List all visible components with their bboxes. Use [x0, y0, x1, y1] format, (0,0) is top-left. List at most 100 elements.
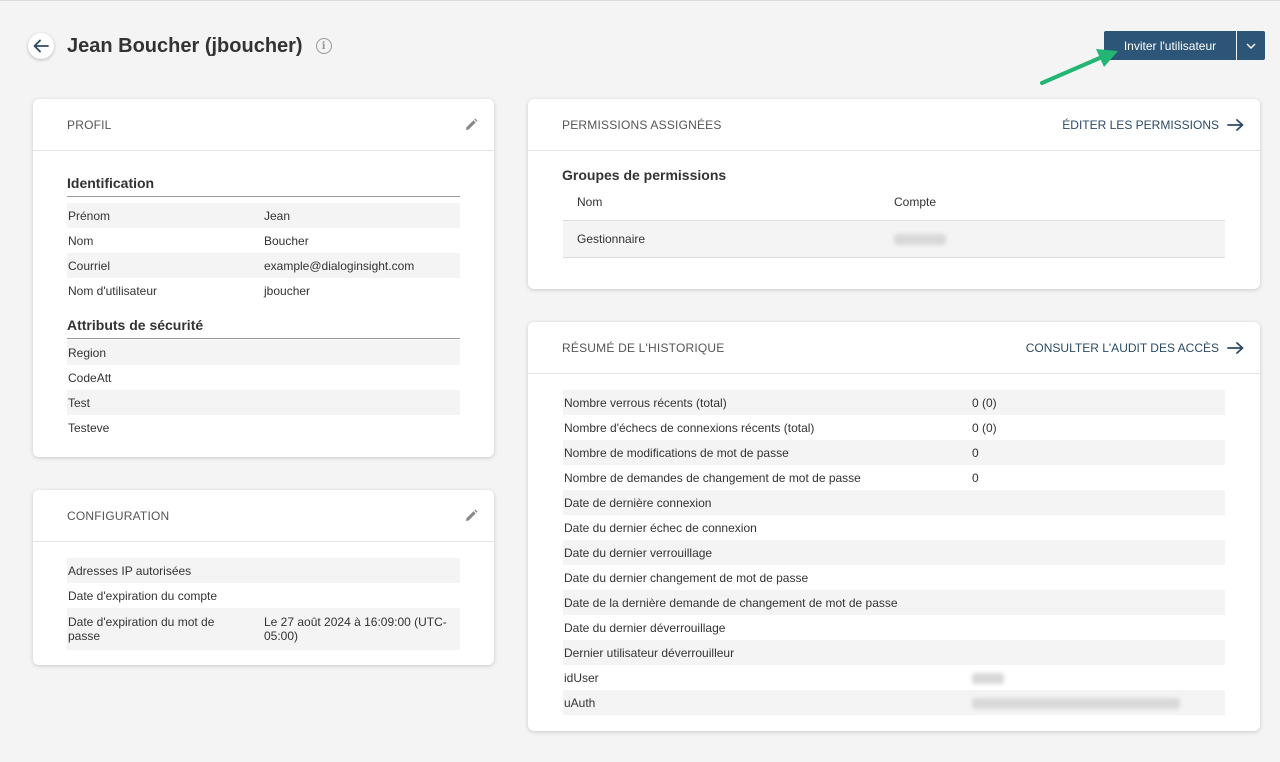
field-label: Nom	[68, 233, 94, 248]
security-row: Region	[67, 340, 460, 365]
history-row: Nombre verrous récents (total) 0 (0)	[563, 390, 1225, 415]
permission-groups-title: Groupes de permissions	[562, 167, 727, 183]
page-title: Jean Boucher (jboucher)	[67, 34, 303, 57]
history-row: Date du dernier changement de mot de pas…	[563, 565, 1225, 590]
history-card-header: RÉSUMÉ DE L'HISTORIQUE CONSULTER L'AUDIT…	[528, 322, 1260, 374]
history-row: Date du dernier déverrouillage	[563, 615, 1225, 640]
field-value: Boucher	[264, 233, 309, 248]
field-label: Nombre de modifications de mot de passe	[564, 445, 789, 460]
group-account-redacted	[894, 232, 1225, 246]
identification-list: Prénom Jean Nom Boucher Courriel example@di…	[67, 203, 460, 303]
identification-row: Prénom Jean	[67, 203, 460, 228]
configuration-list: Adresses IP autorisées Date d'expiration…	[67, 558, 460, 650]
security-row: CodeAtt	[67, 365, 460, 390]
permissions-card-title: PERMISSIONS ASSIGNÉES	[562, 117, 722, 132]
history-row: idUser	[563, 665, 1225, 690]
field-label: Courriel	[68, 258, 111, 273]
arrow-left-icon	[33, 39, 49, 53]
uauth-value-redacted	[972, 696, 1225, 710]
history-row: Nombre de demandes de changement de mot …	[563, 465, 1225, 490]
table-header-row: Nom Compte	[563, 183, 1225, 221]
security-row: Testeve	[67, 415, 460, 440]
security-row: Test	[67, 390, 460, 415]
configuration-card-title: CONFIGURATION	[67, 508, 170, 523]
invite-user-split-button: Inviter l'utilisateur	[1104, 31, 1265, 60]
configuration-card-header: CONFIGURATION	[33, 490, 494, 542]
profile-card: PROFIL Identification Prénom Jean Nom Bouc…	[33, 99, 494, 457]
field-value: example@dialoginsight.com	[264, 258, 415, 273]
edit-configuration-button[interactable]	[464, 509, 478, 523]
history-row: Date du dernier verrouillage	[563, 540, 1225, 565]
column-header-name: Nom	[577, 194, 603, 209]
access-audit-label: CONSULTER L'AUDIT DES ACCÈS	[1025, 340, 1219, 355]
history-row: Date de la dernière demande de changemen…	[563, 590, 1225, 615]
permissions-card-header: PERMISSIONS ASSIGNÉES ÉDITER LES PERMISS…	[528, 99, 1260, 151]
field-label: Date du dernier échec de connexion	[564, 520, 757, 535]
field-label: Date du dernier verrouillage	[564, 545, 713, 560]
pencil-icon	[466, 509, 478, 521]
field-value: 0	[972, 470, 979, 485]
field-value: Le 27 août 2024 à 16:09:00 (UTC-05:00)	[264, 615, 447, 643]
invite-user-button[interactable]: Inviter l'utilisateur	[1104, 31, 1236, 60]
field-label: Date d'expiration du compte	[68, 588, 218, 603]
history-row: Date du dernier échec de connexion	[563, 515, 1225, 540]
field-label: Nombre d'échecs de connexions récents (t…	[564, 420, 815, 435]
field-value: Jean	[264, 208, 291, 223]
configuration-row: Adresses IP autorisées	[67, 558, 460, 583]
history-list: Nombre verrous récents (total) 0 (0) Nomb…	[563, 390, 1225, 715]
arrow-right-icon	[1227, 341, 1244, 354]
field-label: Nombre de demandes de changement de mot …	[564, 470, 861, 485]
back-button[interactable]	[28, 33, 54, 59]
field-label: CodeAtt	[68, 370, 112, 385]
info-icon[interactable]: i	[315, 38, 332, 54]
field-value: 0 (0)	[972, 420, 997, 435]
chevron-down-icon	[1246, 43, 1256, 49]
invite-options-button[interactable]	[1237, 31, 1265, 60]
field-label: Testeve	[68, 420, 110, 435]
security-attributes-title: Attributs de sécurité	[67, 317, 460, 339]
identification-row: Nom d'utilisateur jboucher	[67, 278, 460, 303]
page-header: Jean Boucher (jboucher) i	[28, 31, 332, 61]
edit-permissions-label: ÉDITER LES PERMISSIONS	[1062, 117, 1219, 132]
configuration-row: Date d'expiration du mot de passe Le 27 a…	[67, 608, 460, 650]
edit-profile-button[interactable]	[464, 118, 478, 132]
history-row: Nombre de modifications de mot de passe 0	[563, 440, 1225, 465]
permission-groups-table: Nom Compte Gestionnaire	[563, 183, 1225, 258]
history-card: RÉSUMÉ DE L'HISTORIQUE CONSULTER L'AUDIT…	[528, 322, 1260, 731]
field-label: Date de dernière connexion	[564, 495, 712, 510]
history-row: uAuth	[563, 690, 1225, 715]
security-attributes-list: Region CodeAtt Test Testeve	[67, 340, 460, 440]
configuration-row: Date d'expiration du compte	[67, 583, 460, 608]
field-label: Region	[68, 345, 107, 360]
field-label: Prénom	[68, 208, 111, 223]
field-label: idUser	[564, 670, 599, 685]
field-label: uAuth	[564, 695, 596, 710]
field-label: Date de la dernière demande de changemen…	[564, 595, 898, 610]
history-row: Dernier utilisateur déverrouilleur	[563, 640, 1225, 665]
field-label: Nombre verrous récents (total)	[564, 395, 727, 410]
field-label: Test	[68, 395, 91, 410]
field-label: Adresses IP autorisées	[68, 563, 192, 578]
column-header-account: Compte	[894, 194, 937, 209]
field-label: Date du dernier déverrouillage	[564, 620, 726, 635]
pencil-icon	[466, 118, 478, 130]
field-value: 0	[972, 445, 979, 460]
permissions-card: PERMISSIONS ASSIGNÉES ÉDITER LES PERMISS…	[528, 99, 1260, 289]
profile-card-header: PROFIL	[33, 99, 494, 151]
field-label: Nom d'utilisateur	[68, 283, 157, 298]
access-audit-link[interactable]: CONSULTER L'AUDIT DES ACCÈS	[1026, 341, 1244, 355]
configuration-card: CONFIGURATION Adresses IP autorisées Dat…	[33, 490, 494, 665]
annotation-arrow-icon	[1040, 49, 1118, 85]
field-label: Dernier utilisateur déverrouilleur	[564, 645, 735, 660]
field-label: Date du dernier changement de mot de pas…	[564, 570, 809, 585]
field-value: jboucher	[264, 283, 311, 298]
profile-card-title: PROFIL	[67, 117, 112, 132]
field-value: 0 (0)	[972, 395, 997, 410]
identification-row: Nom Boucher	[67, 228, 460, 253]
edit-permissions-link[interactable]: ÉDITER LES PERMISSIONS	[1062, 118, 1244, 132]
iduser-value-redacted	[972, 671, 1225, 685]
group-name: Gestionnaire	[577, 232, 646, 246]
arrow-right-icon	[1227, 118, 1244, 131]
field-label: Date d'expiration du mot de passe	[68, 615, 215, 643]
history-row: Nombre d'échecs de connexions récents (t…	[563, 415, 1225, 440]
